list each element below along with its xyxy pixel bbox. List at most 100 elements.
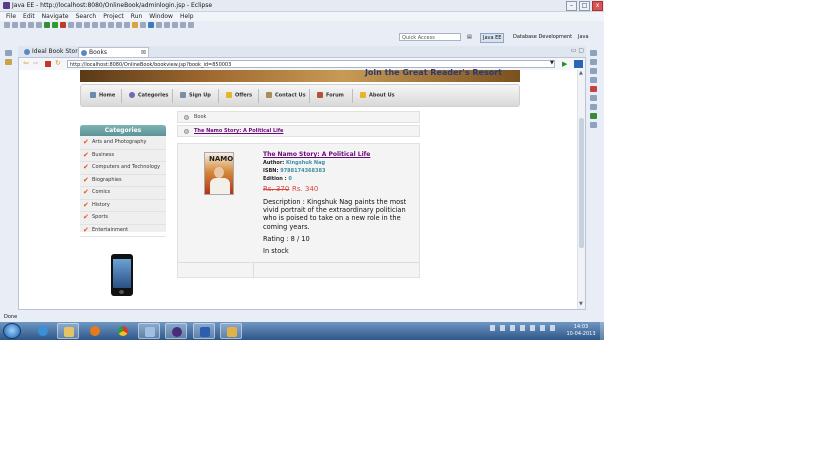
nav-offers[interactable]: Offers	[226, 92, 252, 99]
category-biographies[interactable]: ✔ Biographies	[80, 175, 166, 187]
open-perspective-icon[interactable]: ▤	[467, 33, 475, 41]
taskbar-internet-explorer[interactable]	[32, 323, 54, 339]
taskbar-media-player[interactable]	[84, 323, 106, 339]
scroll-up-icon[interactable]: ▲	[579, 70, 583, 76]
package-explorer-icon[interactable]	[5, 59, 12, 65]
open-type-icon[interactable]	[76, 22, 82, 28]
scroll-down-icon[interactable]: ▼	[579, 301, 583, 307]
volume-icon[interactable]	[550, 325, 555, 331]
url-input[interactable]: http://localhost:8080/OnlineBook/bookvie…	[67, 60, 555, 68]
stop-icon[interactable]	[45, 61, 51, 67]
minimize-button[interactable]: –	[566, 1, 577, 11]
menu-search[interactable]: Search	[76, 12, 97, 21]
task-icon[interactable]	[156, 22, 162, 28]
properties-icon[interactable]	[28, 22, 34, 28]
display-icon[interactable]	[530, 325, 535, 331]
show-desktop-button[interactable]	[600, 322, 604, 340]
menu-navigate[interactable]: Navigate	[42, 12, 69, 21]
nav-sign-up[interactable]: Sign Up	[180, 92, 211, 99]
nav-about-us[interactable]: About Us	[360, 92, 395, 99]
category-entertainment[interactable]: ✔ Entertainment	[80, 225, 166, 237]
vertical-scrollbar[interactable]: ▲ ▼	[577, 70, 585, 309]
servers-view-icon[interactable]	[590, 104, 597, 110]
run-icon[interactable]	[52, 22, 58, 28]
book-title-link[interactable]: The Namo Story: A Political Life	[263, 151, 370, 158]
taskbar-explorer[interactable]	[57, 323, 79, 339]
whitespace-icon[interactable]	[108, 22, 114, 28]
menu-file[interactable]: File	[6, 12, 16, 21]
taskbar-clock[interactable]: 14:03 10-04-2013	[563, 324, 599, 338]
taskbar-chrome[interactable]	[112, 323, 134, 339]
scrollbar-thumb[interactable]	[579, 118, 584, 248]
category-comics[interactable]: ✔ Comics	[80, 187, 166, 200]
back-arrow-icon[interactable]: ⇦	[23, 59, 29, 67]
taskbar-app-window[interactable]	[138, 323, 160, 339]
menu-window[interactable]: Window	[149, 12, 173, 21]
category-sports[interactable]: ✔ Sports	[80, 212, 166, 225]
web-browser-icon[interactable]	[148, 22, 154, 28]
menu-project[interactable]: Project	[103, 12, 124, 21]
search-icon[interactable]	[84, 22, 90, 28]
restore-icon[interactable]	[5, 50, 12, 56]
markers-icon[interactable]	[590, 86, 597, 92]
open-external-browser-icon[interactable]	[574, 60, 583, 68]
taskbar-paint[interactable]	[220, 323, 242, 339]
problems-icon[interactable]	[590, 77, 597, 83]
outline-icon[interactable]	[590, 59, 597, 65]
prev-annotation-icon[interactable]	[124, 22, 130, 28]
back-icon[interactable]	[164, 22, 170, 28]
breadcrumb-book-title-link[interactable]: The Namo Story: A Political Life	[194, 128, 283, 134]
restore-icon[interactable]	[590, 50, 597, 56]
snippets-icon[interactable]	[590, 122, 597, 128]
open-file-icon[interactable]	[140, 22, 146, 28]
category-history[interactable]: ✔ History	[80, 200, 166, 212]
show-hidden-icons-icon[interactable]	[490, 325, 495, 331]
last-edit-icon[interactable]	[188, 22, 194, 28]
taskbar-eclipse[interactable]	[165, 323, 187, 339]
new-class-icon[interactable]	[68, 22, 74, 28]
menu-run[interactable]: Run	[131, 12, 143, 21]
console-icon[interactable]	[590, 113, 597, 119]
forward-arrow-icon[interactable]: ⇨	[33, 59, 39, 67]
category-computers-and-technology[interactable]: ✔ Computers and Technology	[80, 162, 166, 175]
toggle-mark-icon[interactable]	[100, 22, 106, 28]
minimize-maximize-icon[interactable]: ▭ ▢	[571, 47, 584, 54]
next-annotation-icon[interactable]	[116, 22, 122, 28]
nav-categories[interactable]: Categories	[129, 92, 168, 99]
nav-forum[interactable]: Forum	[317, 92, 344, 99]
perspective-java[interactable]: Java	[578, 33, 589, 41]
network-icon[interactable]	[500, 325, 505, 331]
menu-help[interactable]: Help	[180, 12, 194, 21]
print-icon[interactable]	[20, 22, 26, 28]
maximize-button[interactable]: □	[579, 1, 590, 11]
start-button[interactable]	[3, 323, 21, 339]
open-folder-icon[interactable]	[132, 22, 138, 28]
battery-icon[interactable]	[520, 325, 525, 331]
annotation-icon[interactable]	[92, 22, 98, 28]
save-icon[interactable]	[12, 22, 18, 28]
go-icon[interactable]: ▶	[562, 60, 567, 68]
external-tools-icon[interactable]	[60, 22, 66, 28]
url-dropdown-icon[interactable]: ▼	[550, 60, 554, 66]
forward-icon[interactable]	[172, 22, 178, 28]
task-list-icon[interactable]	[590, 68, 597, 74]
taskbar-word[interactable]	[193, 323, 215, 339]
server-icon[interactable]	[36, 22, 42, 28]
refresh-icon[interactable]: ↻	[55, 59, 61, 67]
quick-access-input[interactable]: Quick Access	[399, 33, 461, 41]
menu-edit[interactable]: Edit	[23, 12, 35, 21]
wifi-icon[interactable]	[540, 325, 545, 331]
perspective-database-development[interactable]: Database Development	[513, 33, 572, 41]
close-window-button[interactable]: x	[592, 1, 603, 11]
category-arts-and-photography[interactable]: ✔ Arts and Photography	[80, 137, 166, 150]
category-business[interactable]: ✔ Business	[80, 150, 166, 162]
nav-contact-us[interactable]: Contact Us	[266, 92, 306, 99]
new-icon[interactable]	[4, 22, 10, 28]
debug-icon[interactable]	[44, 22, 50, 28]
properties-view-icon[interactable]	[590, 95, 597, 101]
flag-icon[interactable]	[510, 325, 515, 331]
pin-icon[interactable]	[180, 22, 186, 28]
perspective-java-ee[interactable]: Java EE	[480, 33, 505, 43]
book-cover-image[interactable]: NAMO	[204, 152, 234, 195]
nav-home[interactable]: Home	[90, 92, 115, 99]
